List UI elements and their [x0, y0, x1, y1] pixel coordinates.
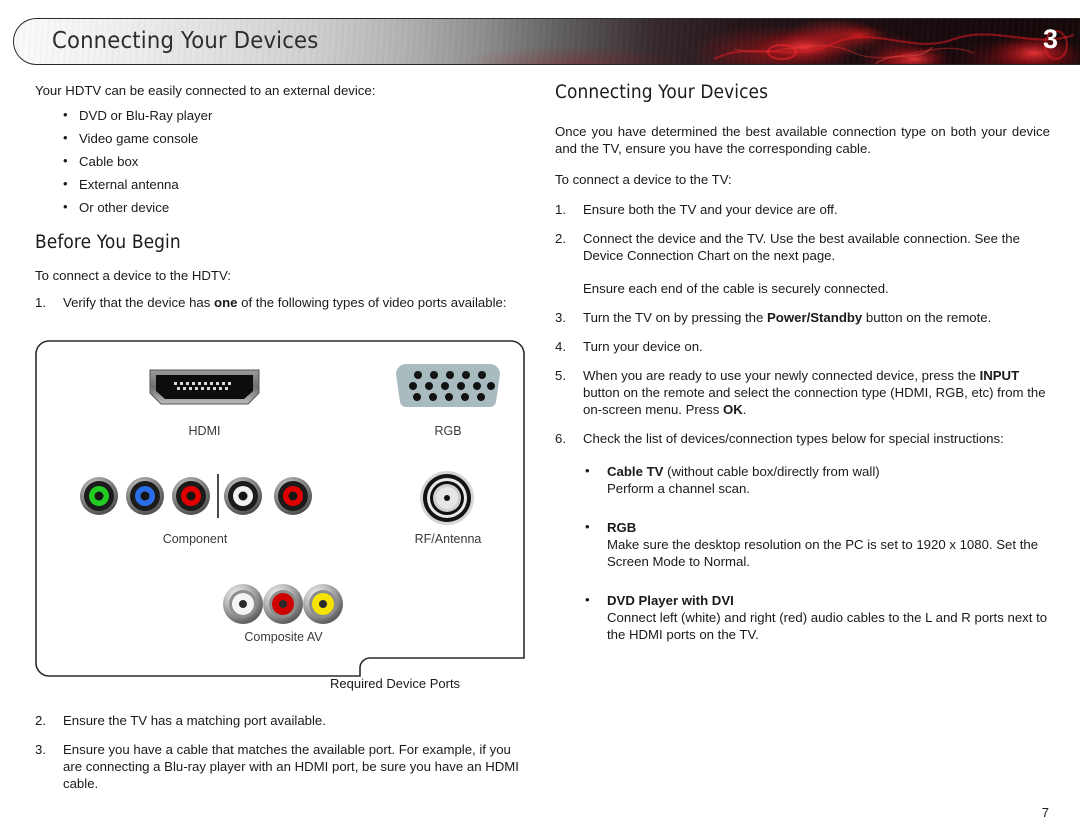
bullet-title: Cable TV: [607, 464, 664, 479]
step-text: Turn your device on.: [583, 339, 703, 354]
special-instructions-list: Cable TV (without cable box/directly fro…: [555, 462, 1050, 643]
step-item-3: 3. Turn the TV on by pressing the Power/…: [555, 309, 1050, 326]
page-title: Connecting Your Devices: [52, 28, 319, 54]
composite-av-jacks-icon: [223, 584, 343, 624]
step-item-2: 2. Connect the device and the TV. Use th…: [555, 230, 1050, 297]
right-column: Connecting Your Devices Once you have de…: [555, 82, 1050, 665]
port-diagram-caption: Required Device Ports: [330, 676, 461, 691]
rgb-port-label: RGB: [434, 424, 462, 438]
step-text: Ensure both the TV and your device are o…: [583, 202, 838, 217]
step-text-prefix: Verify that the device has: [63, 295, 215, 310]
page-number: 7: [1041, 805, 1049, 820]
step-item-1: 1. Verify that the device has one of the…: [35, 294, 525, 311]
chapter-number: 3: [1042, 24, 1058, 54]
section-heading-connecting-your-devices: Connecting Your Devices: [555, 82, 769, 103]
step-number: 2.: [555, 231, 566, 246]
step-number: 6.: [555, 431, 566, 446]
required-device-ports-diagram: HDMI RGB Component RF/Antenna Composite …: [35, 340, 525, 700]
step-item-4: 4. Turn your device on.: [555, 338, 1050, 355]
bullet-item-rgb: RGB Make sure the desktop resolution on …: [555, 518, 1050, 570]
step-text-suffix: of the following types of video ports av…: [237, 295, 507, 310]
component-audio-right-jack-icon: [274, 477, 312, 515]
step-number: 2.: [35, 713, 46, 728]
list-item: Cable box: [35, 152, 525, 170]
step-text: Connect the device and the TV. Use the b…: [583, 231, 1020, 263]
step-number: 1.: [35, 295, 46, 310]
component-jacks-icon: [80, 474, 262, 518]
port-illustrations: HDMI RGB Component RF/Antenna Composite …: [35, 340, 525, 670]
step-text-bold-ok: OK: [723, 402, 743, 417]
composite-av-label: Composite AV: [244, 630, 323, 644]
step-text-suffix: button on the remote.: [862, 310, 992, 325]
right-steps-list: 1. Ensure both the TV and your device ar…: [555, 201, 1050, 447]
bullet-title: DVD Player with DVI: [607, 593, 734, 608]
step-text: Ensure you have a cable that matches the…: [63, 742, 519, 791]
list-item: External antenna: [35, 175, 525, 193]
step-subtext: Ensure each end of the cable is securely…: [583, 281, 889, 296]
left-steps-continued: 2. Ensure the TV has a matching port ava…: [35, 712, 525, 792]
step-text: Check the list of devices/connection typ…: [583, 431, 1004, 446]
bullet-detail: Perform a channel scan.: [607, 481, 750, 496]
bullet-inline-text: (without cable box/directly from wall): [663, 464, 880, 479]
step-text-suffix: .: [742, 402, 747, 417]
rf-antenna-label: RF/Antenna: [414, 532, 482, 546]
step-number: 3.: [35, 742, 46, 757]
section-heading-before-you-begin: Before You Begin: [35, 232, 181, 253]
step-text-middle: button on the remote and select the conn…: [583, 385, 1046, 417]
left-column: Your HDTV can be easily connected to an …: [35, 82, 525, 323]
step-number: 3.: [555, 310, 566, 325]
component-label: Component: [162, 532, 228, 546]
list-item: DVD or Blu-Ray player: [35, 106, 525, 124]
step-text-prefix: When you are ready to use your newly con…: [583, 368, 980, 383]
step-text-bold: Power/Standby: [767, 310, 863, 325]
connect-intro-paragraph: To connect a device to the HDTV:: [35, 268, 231, 283]
step-number: 1.: [555, 202, 566, 217]
step-item-5: 5. When you are ready to use your newly …: [555, 367, 1050, 418]
step-text-bold: one: [214, 295, 238, 310]
list-item: Video game console: [35, 129, 525, 147]
step-text-bold-input: INPUT: [979, 368, 1020, 383]
step-item-1: 1. Ensure both the TV and your device ar…: [555, 201, 1050, 218]
step-item-2: 2. Ensure the TV has a matching port ava…: [35, 712, 525, 729]
left-steps-after-diagram: 2. Ensure the TV has a matching port ava…: [35, 712, 525, 804]
step-item-6: 6. Check the list of devices/connection …: [555, 430, 1050, 447]
device-type-list: DVD or Blu-Ray player Video game console…: [35, 106, 525, 216]
right-intro-paragraph: Once you have determined the best availa…: [555, 124, 1050, 156]
step-text-prefix: Turn the TV on by pressing the: [583, 310, 767, 325]
rgb-port-icon: [396, 364, 500, 408]
step-number: 4.: [555, 339, 566, 354]
page-header-banner: Connecting Your Devices 3: [13, 18, 1080, 65]
list-item: Or other device: [35, 198, 525, 216]
left-steps-list: 1. Verify that the device has one of the…: [35, 294, 525, 311]
intro-paragraph: Your HDTV can be easily connected to an …: [35, 83, 376, 98]
bullet-detail: Make sure the desktop resolution on the …: [607, 537, 1039, 569]
hdmi-port-icon: [149, 369, 260, 405]
right-connect-intro: To connect a device to the TV:: [555, 172, 732, 187]
bullet-item-dvd-dvi: DVD Player with DVI Connect left (white)…: [555, 591, 1050, 643]
bullet-detail: Connect left (white) and right (red) aud…: [607, 610, 1048, 642]
bullet-title: RGB: [607, 520, 637, 535]
step-item-3: 3. Ensure you have a cable that matches …: [35, 741, 525, 792]
rf-antenna-port-icon: [420, 471, 474, 525]
step-text: Ensure the TV has a matching port availa…: [63, 713, 326, 728]
step-number: 5.: [555, 368, 566, 383]
bullet-item-cable-tv: Cable TV (without cable box/directly fro…: [555, 462, 1050, 497]
hdmi-port-label: HDMI: [188, 424, 221, 438]
